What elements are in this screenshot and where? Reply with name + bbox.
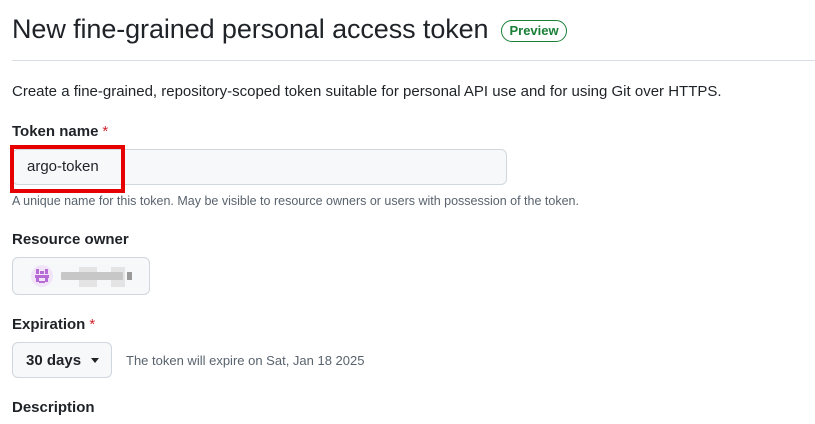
redacted-owner-name <box>127 272 132 280</box>
expiration-label: Expiration * <box>12 316 95 333</box>
page-header: New fine-grained personal access token P… <box>12 14 815 45</box>
required-asterisk: * <box>89 316 96 333</box>
expiration-label-text: Expiration <box>12 316 86 333</box>
preview-badge: Preview <box>501 19 567 42</box>
required-asterisk: * <box>102 123 109 140</box>
expiration-selected-value: 30 days <box>26 351 82 369</box>
token-name-label-text: Token name <box>12 123 99 140</box>
expiration-select[interactable]: 30 days <box>12 342 112 378</box>
description-label: Description <box>12 399 95 416</box>
token-name-input[interactable]: argo-token <box>12 149 507 185</box>
token-name-help: A unique name for this token. May be vis… <box>12 194 579 208</box>
intro-text: Create a fine-grained, repository-scoped… <box>12 83 722 100</box>
resource-owner-button[interactable] <box>12 257 150 295</box>
resource-owner-label: Resource owner <box>12 231 129 248</box>
caret-down-icon <box>91 357 100 363</box>
token-form-page: New fine-grained personal access token P… <box>0 0 815 424</box>
header-divider <box>12 60 815 61</box>
token-name-label: Token name * <box>12 123 108 140</box>
redacted-owner-name <box>61 272 123 280</box>
avatar-icon <box>31 265 53 287</box>
page-title: New fine-grained personal access token <box>12 14 489 44</box>
expiration-note: The token will expire on Sat, Jan 18 202… <box>126 353 365 368</box>
